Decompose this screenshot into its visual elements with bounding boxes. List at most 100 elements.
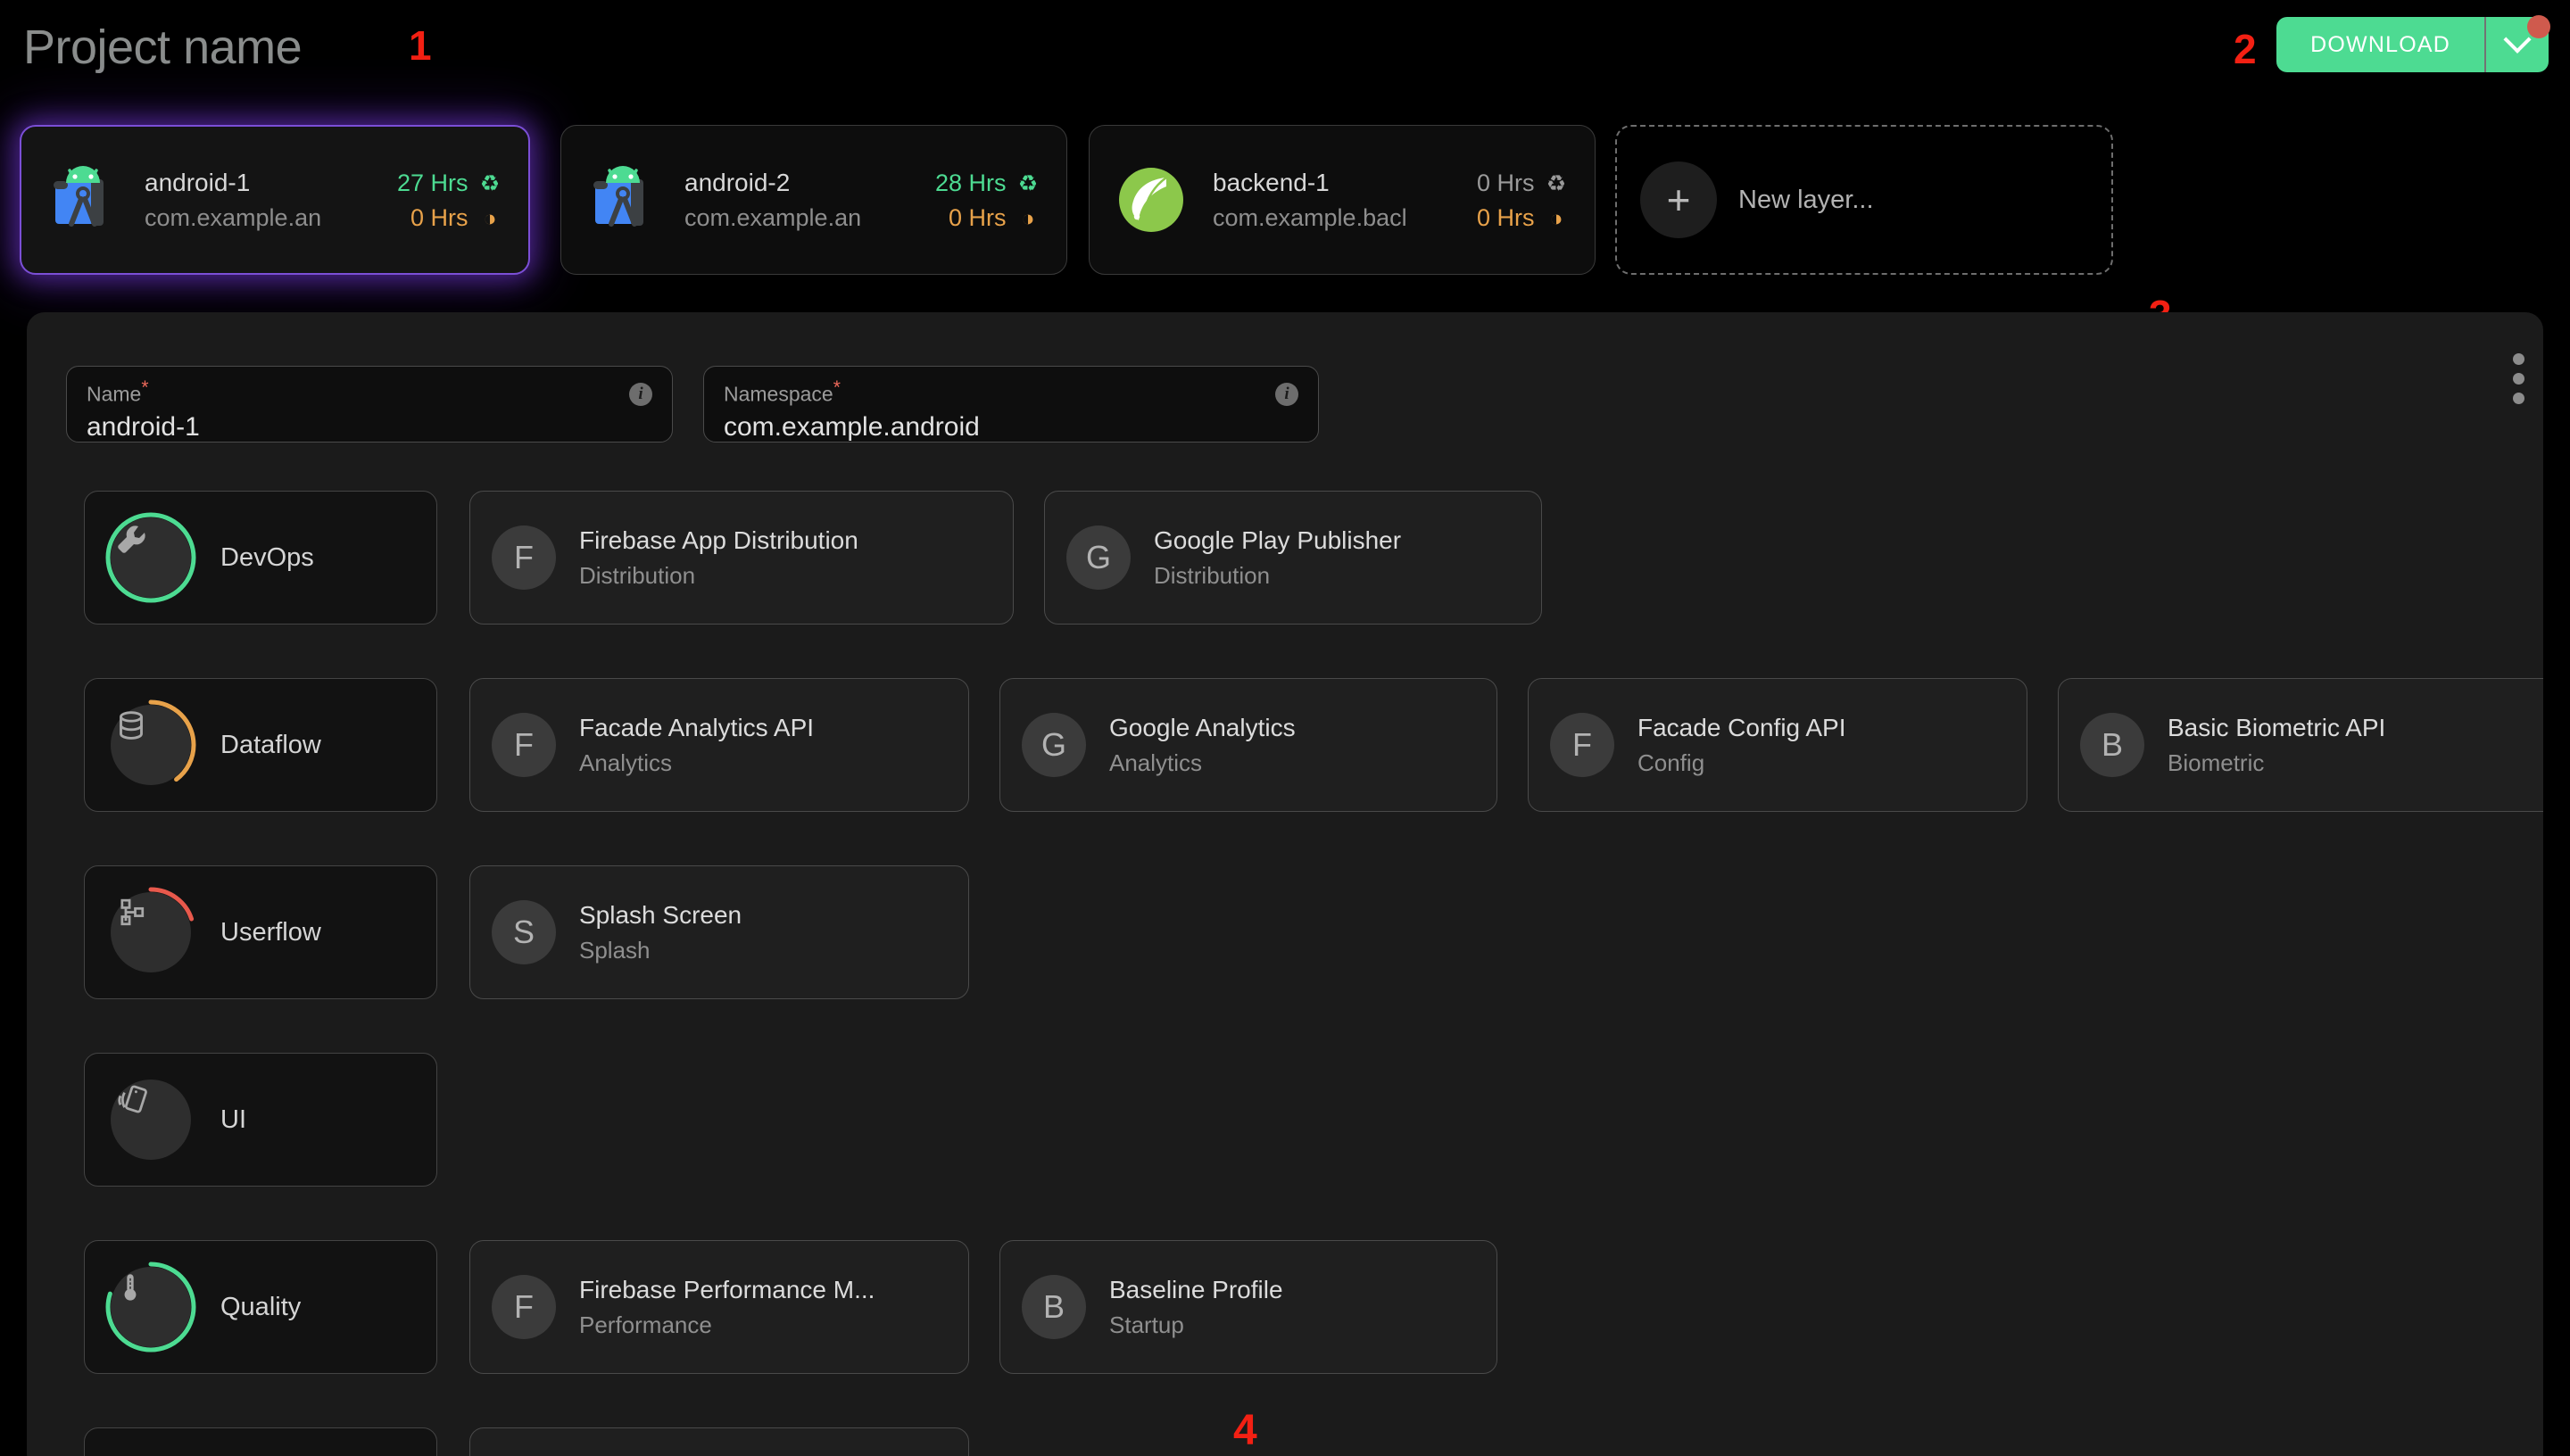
namespace-field-label: Namespace* xyxy=(724,377,841,406)
module-avatar: B xyxy=(2080,713,2144,777)
module-card[interactable]: B Baseline Profile Startup xyxy=(999,1240,1497,1374)
module-card[interactable] xyxy=(469,1427,969,1456)
category-label: Userflow xyxy=(220,917,321,947)
module-avatar: F xyxy=(1550,713,1614,777)
module-card[interactable]: B Basic Biometric API Biometric xyxy=(2058,678,2543,812)
category-row-quality: Quality F Firebase Performance M... Perf… xyxy=(27,1240,2543,1374)
app-root: Project name 1 2 DOWNLOAD android-1 27 H… xyxy=(0,0,2570,1456)
layer-card-backend-1[interactable]: backend-1 0 Hrs ♻ com.example.bacl 0 Hrs… xyxy=(1089,125,1596,275)
layer-card-android-2[interactable]: android-2 28 Hrs ♻ com.example.an 0 Hrs … xyxy=(560,125,1067,275)
module-text: Splash Screen Splash xyxy=(579,901,742,964)
layer-texts: backend-1 0 Hrs ♻ com.example.bacl 0 Hrs… xyxy=(1213,169,1571,232)
module-text: Google Play Publisher Distribution xyxy=(1154,526,1401,590)
module-title: Google Analytics xyxy=(1109,713,1296,741)
layer-stat-pending: 0 Hrs ◑ xyxy=(949,204,1043,232)
module-text: Facade Config API Config xyxy=(1637,714,1845,777)
category-row-dataflow: Dataflow F Facade Analytics API Analytic… xyxy=(27,678,2543,812)
layers-phone-icon xyxy=(111,1080,191,1160)
sitemap-icon xyxy=(111,892,191,972)
module-avatar: B xyxy=(1022,1275,1086,1339)
module-avatar: F xyxy=(492,713,556,777)
module-title: Facade Analytics API xyxy=(579,713,815,741)
category-card-partial[interactable] xyxy=(84,1427,437,1456)
category-row-userflow: Userflow S Splash Screen Splash 4 xyxy=(27,865,2543,1452)
android-studio-icon xyxy=(45,161,121,238)
module-card[interactable]: F Facade Config API Config xyxy=(1528,678,2027,812)
module-subtitle: Config xyxy=(1637,749,1705,776)
layer-card-android-1[interactable]: android-1 27 Hrs ♻ com.example.an 0 Hrs … xyxy=(20,125,530,275)
module-text: Facade Analytics API Analytics xyxy=(579,714,814,777)
info-icon[interactable]: i xyxy=(629,383,652,406)
database-icon xyxy=(111,705,191,785)
module-text: Firebase App Distribution Distribution xyxy=(579,526,858,590)
category-row-partial xyxy=(27,1427,2543,1456)
new-layer-button[interactable]: + New layer... xyxy=(1615,125,2113,275)
module-avatar: G xyxy=(1022,713,1086,777)
module-avatar: F xyxy=(492,525,556,590)
progress-ring xyxy=(104,511,197,604)
android-studio-icon xyxy=(584,161,661,238)
layer-name: android-2 xyxy=(684,168,791,196)
namespace-field[interactable]: Namespace* com.example.android i xyxy=(703,366,1319,443)
module-avatar: S xyxy=(492,900,556,964)
module-card[interactable]: F Firebase Performance M... Performance xyxy=(469,1240,969,1374)
category-card-dataflow[interactable]: Dataflow xyxy=(84,678,437,812)
progress-ring xyxy=(104,886,197,979)
module-subtitle: Analytics xyxy=(1109,749,1203,776)
module-text: Google Analytics Analytics xyxy=(1109,714,1296,777)
module-avatar: F xyxy=(492,1275,556,1339)
info-icon[interactable]: i xyxy=(1275,383,1298,406)
layer-texts: android-1 27 Hrs ♻ com.example.an 0 Hrs … xyxy=(145,169,505,232)
progress-ring xyxy=(104,1073,197,1166)
module-card[interactable]: F Facade Analytics API Analytics xyxy=(469,678,969,812)
module-subtitle: Startup xyxy=(1109,1311,1184,1338)
progress-ring xyxy=(104,1261,197,1353)
module-title: Facade Config API xyxy=(1637,713,1846,741)
layer-stat-build: 28 Hrs ♻ xyxy=(935,170,1043,197)
category-row-ui: UI xyxy=(27,1053,2543,1187)
layer-namespace: com.example.an xyxy=(145,203,322,231)
category-rows: DevOps F Firebase App Distribution Distr… xyxy=(27,491,2543,1456)
layer-stat-build: 0 Hrs ♻ xyxy=(1477,170,1571,197)
category-card-quality[interactable]: Quality xyxy=(84,1240,437,1374)
module-card[interactable]: G Google Analytics Analytics xyxy=(999,678,1497,812)
module-text: Baseline Profile Startup xyxy=(1109,1276,1283,1339)
page-title: Project name xyxy=(23,21,303,74)
name-field-value[interactable]: android-1 xyxy=(87,412,652,443)
progress-ring xyxy=(104,699,197,791)
module-avatar: G xyxy=(1066,525,1131,590)
layer-stat-pending: 0 Hrs ◑ xyxy=(1477,204,1571,232)
module-title: Splash Screen xyxy=(579,900,742,929)
module-text: Firebase Performance M... Performance xyxy=(579,1276,875,1339)
half-moon-icon: ◑ xyxy=(1549,205,1563,231)
download-button-group: DOWNLOAD xyxy=(2276,15,2550,72)
recycle-icon: ♻ xyxy=(479,170,501,196)
download-button[interactable]: DOWNLOAD xyxy=(2276,17,2484,72)
module-card[interactable]: F Firebase App Distribution Distribution xyxy=(469,491,1014,625)
half-moon-icon: ◑ xyxy=(1021,205,1035,231)
category-label: Dataflow xyxy=(220,730,321,759)
new-layer-label: New layer... xyxy=(1738,185,1874,214)
module-title: Basic Biometric API xyxy=(2168,713,2386,741)
module-text: Basic Biometric API Biometric xyxy=(2168,714,2385,777)
layer-detail-panel: DevOps F Firebase App Distribution Distr… xyxy=(27,312,2543,1456)
category-card-devops[interactable]: DevOps xyxy=(84,491,437,625)
module-subtitle: Analytics xyxy=(579,749,673,776)
plus-icon: + xyxy=(1640,161,1717,238)
layer-stat-pending: 0 Hrs ◑ xyxy=(410,204,505,232)
category-card-ui[interactable]: UI xyxy=(84,1053,437,1187)
more-vertical-icon[interactable] xyxy=(2513,353,2527,404)
name-field[interactable]: Name* android-1 i xyxy=(66,366,673,443)
module-subtitle: Performance xyxy=(579,1311,712,1338)
namespace-field-value[interactable]: com.example.android xyxy=(724,412,1298,443)
module-card[interactable]: G Google Play Publisher Distribution xyxy=(1044,491,1542,625)
category-label: Quality xyxy=(220,1292,302,1321)
module-card[interactable]: S Splash Screen Splash xyxy=(469,865,969,999)
recycle-icon: ♻ xyxy=(1546,170,1567,196)
annotation-2: 2 xyxy=(2234,26,2257,72)
half-moon-icon: ◑ xyxy=(483,205,497,231)
header-bar: Project name 1 2 DOWNLOAD xyxy=(0,0,2570,107)
download-dropdown-button[interactable] xyxy=(2486,15,2550,72)
module-subtitle: Biometric xyxy=(2168,749,2265,776)
category-card-userflow[interactable]: Userflow xyxy=(84,865,437,999)
